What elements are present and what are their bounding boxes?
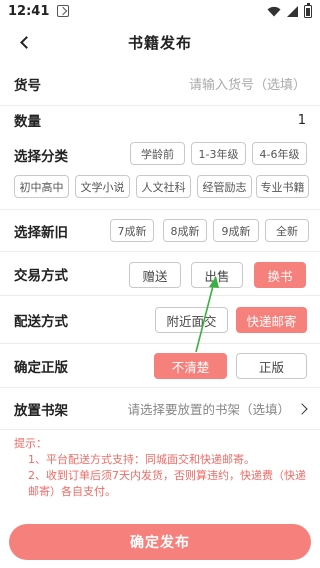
category-option[interactable]: 经管励志 [197,175,252,198]
trade-option-sell[interactable]: 出售 [191,262,243,288]
condition-option[interactable]: 全新 [265,219,309,242]
delivery-option-pickup[interactable]: 附近面交 [155,307,228,333]
quantity-row: 数量 1 [0,106,320,134]
category-option[interactable]: 4-6年级 [252,142,307,165]
authentic-label: 确定正版 [14,359,68,376]
authentic-option-genuine[interactable]: 正版 [236,353,307,379]
submit-button[interactable]: 确定发布 [9,524,311,560]
notification-icon [57,5,70,17]
item-no-label: 货号 [14,77,41,94]
category-option[interactable]: 文学小说 [75,175,130,198]
item-no-row[interactable]: 货号 请输入货号（选填） [0,62,320,106]
delivery-option-express[interactable]: 快递邮寄 [236,307,307,333]
quantity-label: 数量 [14,114,41,130]
quantity-value[interactable]: 1 [298,113,306,128]
back-icon[interactable] [14,32,34,52]
category-option[interactable]: 人文社科 [136,175,191,198]
condition-option[interactable]: 9成新 [213,219,259,242]
delivery-label: 配送方式 [14,313,68,330]
category-option[interactable]: 学龄前 [130,142,185,165]
item-no-input[interactable]: 请输入货号（选填） [189,74,306,93]
wifi-icon [267,6,281,16]
shelf-select[interactable]: 请选择要放置的书架（选填） [127,399,290,418]
tips-title: 提示： [14,437,47,450]
status-icons [267,2,312,18]
trade-option-gift[interactable]: 赠送 [129,262,181,288]
nav-bar: 书籍发布 [0,22,320,62]
trade-label: 交易方式 [14,267,68,284]
category-option[interactable]: 1-3年级 [191,142,246,165]
tips-line-2: 2、收到订单后须7天内发货，否则算违约，快递费（快递邮寄）各自支付。 [28,469,306,498]
tips-line-1: 1、平台配送方式支持：同城面交和快递邮寄。 [28,453,255,466]
authentic-option-unsure[interactable]: 不清楚 [154,353,227,379]
category-label: 选择分类 [14,149,68,165]
condition-option[interactable]: 7成新 [110,219,154,242]
signal-icon [287,5,298,17]
shelf-label: 放置书架 [14,402,68,419]
tips-block: 提示： 1、平台配送方式支持：同城面交和快递邮寄。 2、收到订单后须7天内发货，… [14,436,309,500]
condition-option[interactable]: 8成新 [163,219,207,242]
page-title: 书籍发布 [127,33,192,52]
category-option[interactable]: 专业书籍 [256,175,309,198]
condition-label: 选择新旧 [14,224,68,241]
category-option[interactable]: 初中高中 [14,175,69,198]
battery-icon [304,2,312,18]
trade-option-swap[interactable]: 换书 [254,262,306,288]
chevron-right-icon [296,402,308,415]
status-bar: 12:41 [0,0,320,22]
shelf-row[interactable]: 放置书架 请选择要放置的书架（选填） [0,388,320,430]
status-time: 12:41 [8,3,50,19]
